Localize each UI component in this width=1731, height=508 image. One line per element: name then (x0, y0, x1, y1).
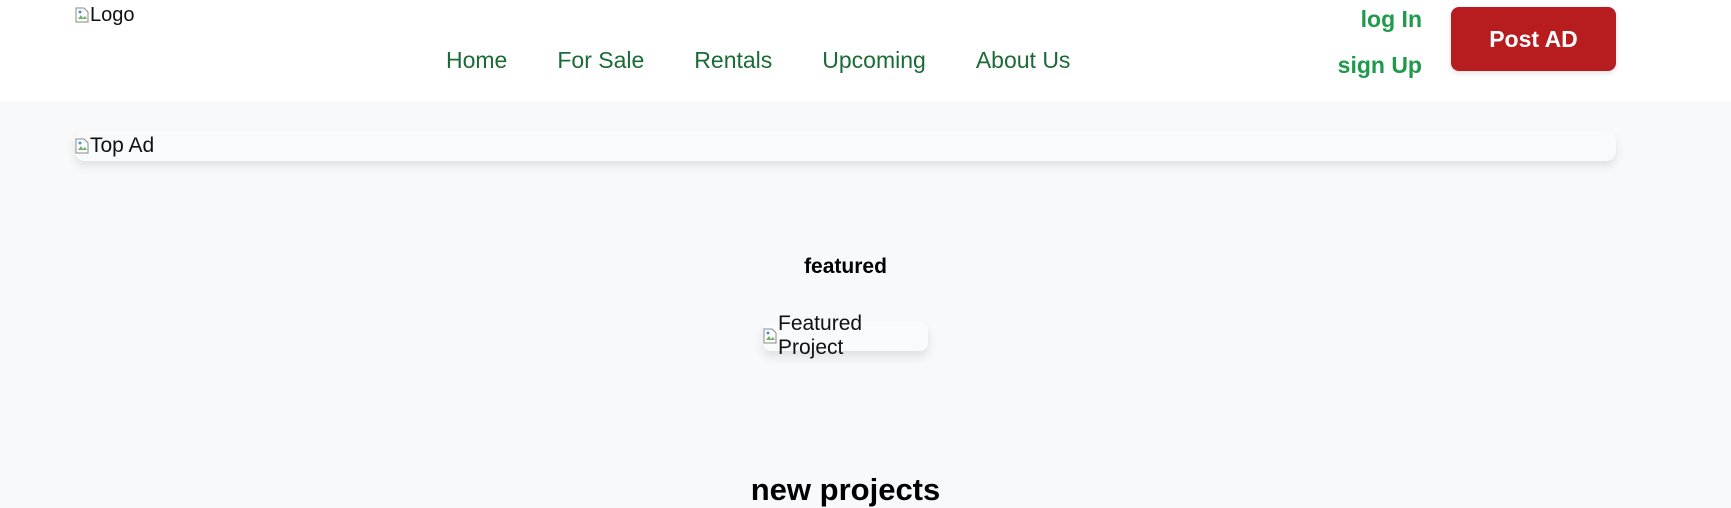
broken-image-icon (75, 138, 89, 154)
login-link[interactable]: log In (1361, 2, 1422, 36)
nav-about-us[interactable]: About Us (976, 47, 1071, 74)
featured-heading: featured (804, 255, 887, 278)
post-ad-button[interactable]: Post AD (1451, 7, 1616, 71)
main-nav: Home For Sale Rentals Upcoming About Us (446, 47, 1070, 74)
logo-alt-text: Logo (90, 3, 135, 26)
top-ad-alt-text: Top Ad (90, 134, 155, 157)
nav-rentals[interactable]: Rentals (694, 47, 772, 74)
broken-image-icon (763, 328, 777, 344)
top-ad-banner[interactable]: Top Ad (75, 131, 1616, 161)
site-header: Logo Home For Sale Rentals Upcoming Abou… (0, 0, 1731, 101)
featured-project-alt-text: Featured Project (778, 312, 863, 359)
logo[interactable]: Logo (75, 0, 135, 30)
new-projects-heading: new projects (750, 472, 941, 507)
signup-link[interactable]: sign Up (1338, 48, 1422, 82)
broken-image-icon (75, 7, 89, 23)
nav-home[interactable]: Home (446, 47, 507, 74)
nav-upcoming[interactable]: Upcoming (822, 47, 926, 74)
featured-project-card[interactable]: Featured Project (763, 312, 928, 359)
auth-links: log In sign Up (1338, 2, 1422, 82)
nav-for-sale[interactable]: For Sale (557, 47, 644, 74)
